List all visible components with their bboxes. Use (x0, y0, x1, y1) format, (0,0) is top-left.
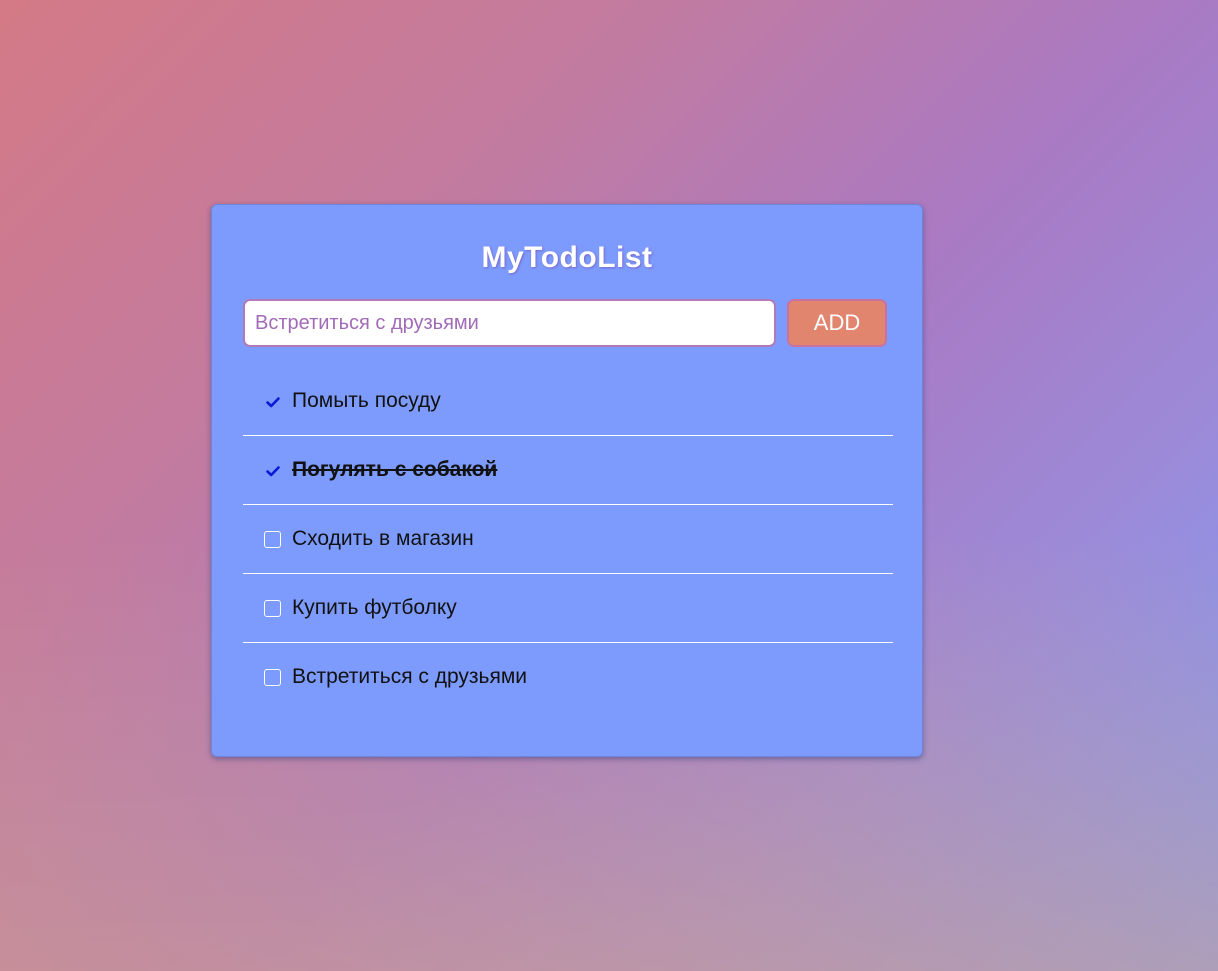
task-item[interactable]: Погулять с собакой (243, 436, 893, 505)
checkbox-icon[interactable] (264, 600, 281, 617)
task-item[interactable]: Встретиться с друзьями (243, 643, 893, 711)
add-button[interactable]: ADD (787, 299, 887, 347)
task-text: Встретиться с друзьями (292, 665, 528, 688)
task-item[interactable]: Помыть посуду (243, 367, 893, 436)
task-item[interactable]: Сходить в магазин (243, 505, 893, 574)
task-item[interactable]: Купить футболку (243, 574, 893, 643)
task-text: Сходить в магазин (292, 527, 474, 550)
todo-card: MyTodoList ADD Помыть посуду Погулять с … (211, 204, 923, 757)
checkbox-icon[interactable] (264, 531, 281, 548)
app-title: MyTodoList (481, 241, 653, 274)
checkbox-icon[interactable] (264, 669, 281, 686)
task-list: Помыть посуду Погулять с собакой Сходить… (243, 367, 893, 711)
task-text: Купить футболку (292, 596, 457, 619)
new-task-input[interactable] (243, 299, 776, 347)
task-text-completed: Погулять с собакой (292, 458, 498, 481)
checkmark-icon[interactable] (264, 393, 281, 410)
checkmark-icon[interactable] (264, 462, 281, 479)
task-text: Помыть посуду (292, 389, 441, 412)
